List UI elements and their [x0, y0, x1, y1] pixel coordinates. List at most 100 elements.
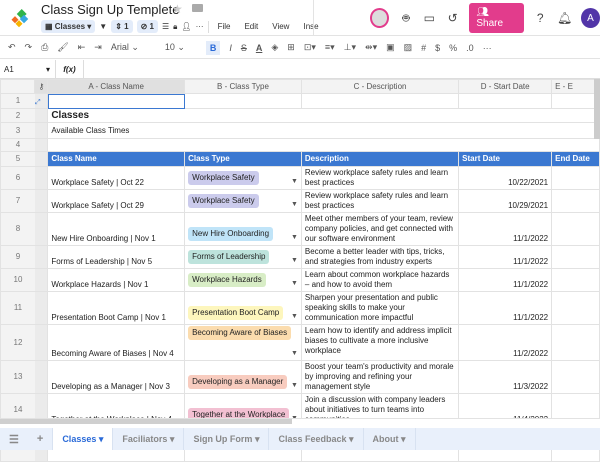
end-date-cell[interactable] — [551, 291, 600, 325]
undo-icon[interactable]: ↶ — [8, 42, 16, 53]
start-date-cell[interactable]: 11/1/2022 — [458, 291, 553, 325]
end-date-cell[interactable] — [551, 212, 600, 246]
end-date-cell[interactable] — [551, 268, 600, 292]
class-type-cell[interactable]: Workplace Safety ▼ — [184, 189, 302, 213]
row-number[interactable]: 5 — [0, 151, 35, 167]
dropdown-arrow-icon[interactable]: ▼ — [291, 233, 298, 243]
start-date-cell[interactable]: 11/1/2022 — [458, 245, 553, 269]
row-number[interactable]: 12 — [0, 324, 35, 361]
column-header-b[interactable]: B - Class Type — [184, 79, 302, 94]
end-date-cell[interactable] — [551, 245, 600, 269]
comment-add-icon[interactable]: ▣ — [386, 42, 395, 53]
cell[interactable] — [184, 449, 302, 462]
view-selector[interactable]: ▦ Classes ▾ — [41, 20, 96, 33]
header-end-date[interactable]: End Date — [551, 151, 600, 167]
more-tools-icon[interactable]: ··· — [483, 43, 492, 53]
class-type-cell[interactable]: Developing as a Manager ▼ — [184, 360, 302, 394]
dropdown-arrow-icon[interactable]: ▼ — [291, 381, 298, 391]
folder-icon[interactable] — [192, 4, 203, 12]
dropdown-arrow-icon[interactable]: ▼ — [291, 256, 298, 266]
more-icon[interactable]: ··· — [196, 22, 204, 31]
cell[interactable] — [551, 449, 600, 462]
menu-view[interactable]: View — [267, 22, 294, 31]
star-icon[interactable]: ★ — [172, 2, 183, 16]
font-select[interactable]: Arial ⌄ — [111, 42, 156, 53]
start-date-cell[interactable]: 10/22/2021 — [458, 166, 553, 190]
class-type-cell[interactable]: Presentation Boot Camp ▼ — [184, 291, 302, 325]
cell[interactable] — [458, 449, 553, 462]
description-cell[interactable]: Sharpen your presentation and public spe… — [300, 291, 460, 325]
cell[interactable] — [184, 93, 302, 109]
document-title[interactable]: Class Sign Up Templete — [41, 2, 180, 17]
select-all-corner[interactable] — [0, 79, 36, 94]
description-cell[interactable]: Become a better leader with tips, tricks… — [300, 245, 460, 269]
end-date-cell[interactable] — [551, 189, 600, 213]
italic-button[interactable]: I — [229, 43, 232, 53]
outdent-icon[interactable]: ⇥ — [94, 42, 102, 53]
tab-about[interactable]: About ▾ — [364, 428, 416, 450]
image-icon[interactable]: ▨ — [404, 42, 413, 53]
collaborator-avatar[interactable] — [370, 8, 390, 28]
row-number[interactable]: 3 — [0, 122, 35, 139]
end-date-cell[interactable] — [551, 360, 600, 394]
share-button[interactable]: 👥︎ Share — [469, 3, 524, 33]
column-header-a[interactable]: A - Class Name — [47, 79, 186, 94]
class-name-cell[interactable]: New Hire Onboarding | Nov 1 — [47, 212, 186, 246]
description-cell[interactable]: Learn how to identify and address implic… — [300, 324, 460, 361]
row-number[interactable]: 1 — [0, 93, 35, 109]
borders-icon[interactable]: ⊞ — [287, 42, 295, 53]
row-number[interactable]: 6 — [0, 166, 35, 190]
paint-format-icon[interactable]: 🖌︎ — [57, 42, 68, 53]
bell-icon[interactable]: 🔔︎ — [557, 11, 572, 25]
row-number[interactable]: 4 — [0, 138, 35, 152]
menu-edit[interactable]: Edit — [239, 22, 263, 31]
header-class-type[interactable]: Class Type — [184, 151, 302, 167]
description-cell[interactable]: Meet other members of your team, review … — [300, 212, 460, 246]
cell[interactable] — [47, 449, 186, 462]
history-icon[interactable]: ↺ — [446, 11, 459, 25]
comment-icon[interactable]: ▭ — [423, 11, 436, 25]
dropdown-arrow-icon[interactable]: ▼ — [291, 279, 298, 289]
dropdown-arrow-icon[interactable]: ▼ — [291, 312, 298, 322]
description-cell[interactable]: Learn about common workplace hazards – a… — [300, 268, 460, 292]
users-icon[interactable]: 👤︎ — [181, 22, 191, 31]
decimal-icon[interactable]: .0 — [466, 43, 474, 53]
text-color-button[interactable]: A — [256, 43, 263, 53]
cell-reference[interactable]: A1 ▾ — [0, 60, 56, 78]
sheets-menu-icon[interactable]: ☰ — [0, 428, 28, 450]
column-header-e[interactable]: E - E — [551, 79, 600, 94]
class-name-cell[interactable]: Developing as a Manager | Nov 3 — [47, 360, 186, 394]
end-date-cell[interactable] — [551, 324, 600, 361]
fill-color-icon[interactable]: ◈ — [271, 42, 278, 53]
start-date-cell[interactable]: 10/29/2021 — [458, 189, 553, 213]
class-type-cell[interactable]: New Hire Onboarding ▼ — [184, 212, 302, 246]
start-date-cell[interactable]: 11/1/2022 — [458, 212, 553, 246]
class-name-cell[interactable]: Forms of Leadership | Nov 5 — [47, 245, 186, 269]
start-date-cell[interactable]: 11/3/2022 — [458, 360, 553, 394]
row-number[interactable]: 8 — [0, 212, 35, 246]
lock-icon[interactable]: 🔒︎ — [173, 22, 177, 32]
description-cell[interactable]: Boost your team's productivity and moral… — [300, 360, 460, 394]
merge-icon[interactable]: ⊡▾ — [304, 42, 316, 53]
start-date-cell[interactable]: 11/2/2022 — [458, 324, 553, 361]
class-name-cell[interactable]: Workplace Hazards | Nov 1 — [47, 268, 186, 292]
class-type-cell[interactable]: Workplace Hazards ▼ — [184, 268, 302, 292]
dropdown-arrow-icon[interactable]: ▼ — [291, 200, 298, 210]
tab-faciliators[interactable]: Faciliators ▾ — [113, 428, 185, 450]
redo-icon[interactable]: ↷ — [25, 42, 33, 53]
tab-classes[interactable]: Classes ▾ — [53, 428, 114, 450]
header-description[interactable]: Description — [300, 151, 460, 167]
percent-icon[interactable]: % — [449, 43, 457, 53]
end-date-cell[interactable] — [551, 166, 600, 190]
row-number[interactable]: 9 — [0, 245, 35, 269]
expand-icon[interactable]: ⤢ — [34, 93, 49, 109]
wrap-icon[interactable]: ⇹▾ — [365, 42, 377, 53]
bot-icon[interactable]: 🤖︎ — [399, 10, 412, 27]
column-header-c[interactable]: C - Description — [300, 79, 460, 94]
description-cell[interactable]: Review workplace safety rules and learn … — [300, 189, 460, 213]
class-type-cell[interactable]: Workplace Safety ▼ — [184, 166, 302, 190]
header-start-date[interactable]: Start Date — [458, 151, 553, 167]
row-height-icon[interactable]: ☰ — [162, 22, 169, 31]
align-icon[interactable]: ≡▾ — [325, 42, 335, 53]
bold-button[interactable]: B — [205, 40, 221, 55]
